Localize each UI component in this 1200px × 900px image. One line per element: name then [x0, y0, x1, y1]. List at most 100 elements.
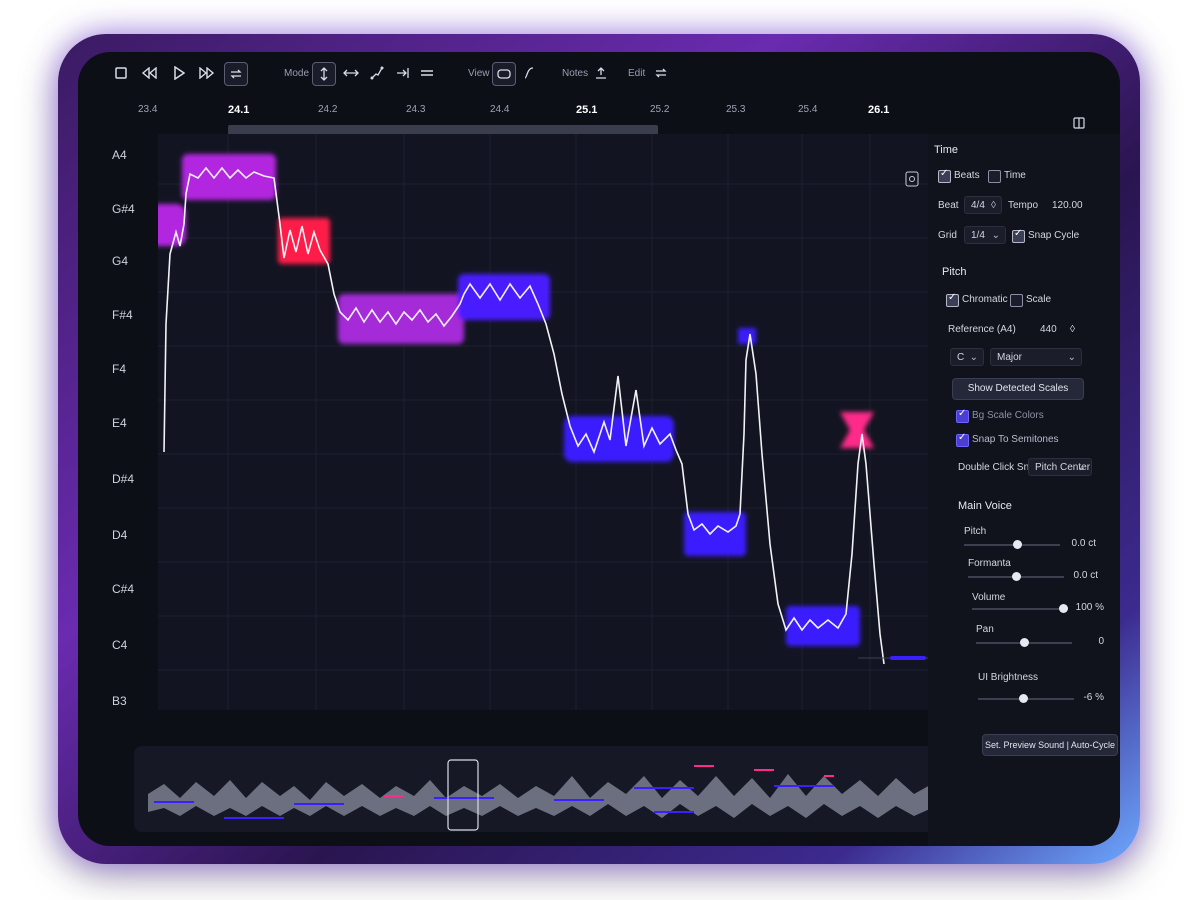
note-label: G4 — [112, 254, 129, 268]
chevron-down-icon: ⌄ — [991, 230, 1000, 241]
chevron-down-icon: ⌄ — [1067, 352, 1076, 363]
reference-value[interactable]: 440 — [1040, 324, 1057, 335]
note-label: B3 — [112, 694, 127, 708]
preview-sound-button[interactable]: Set. Preview Sound | Auto-Cycle — [982, 734, 1118, 756]
tempo-label: Tempo — [1008, 200, 1039, 211]
ruler-label: 26.1 — [868, 104, 890, 116]
pitch-editor-screen: Mode View Notes Edit 23.4 24.1 24.2 24.3… — [78, 52, 1120, 846]
timeline-ruler[interactable]: 23.4 24.1 24.2 24.3 24.4 25.1 25.2 25.3 … — [78, 96, 1120, 137]
chromatic-label: Chromatic — [962, 294, 1008, 305]
volume-slider[interactable] — [972, 604, 1069, 613]
snap-cycle-label: Snap Cycle — [1028, 230, 1080, 241]
pitch-slider-knob[interactable] — [1012, 540, 1022, 549]
pitch-grid[interactable] — [158, 134, 928, 710]
ruler-label: 24.3 — [406, 104, 426, 115]
grid-select[interactable]: 1/4 ⌄ — [964, 226, 1006, 244]
pitch-blob[interactable] — [458, 274, 550, 320]
note-label: D4 — [112, 528, 128, 542]
pitch-blob[interactable] — [786, 606, 860, 646]
h-scroll-thumb[interactable] — [890, 656, 926, 660]
pitch-curve[interactable] — [163, 166, 885, 665]
pitch-blob[interactable] — [338, 294, 464, 344]
stepper-icon[interactable]: ◊ — [1070, 324, 1075, 335]
view-label: View — [468, 68, 490, 79]
overview-waveform[interactable] — [134, 746, 964, 832]
snap-semitones-checkbox[interactable] — [956, 432, 969, 447]
ui-brightness-slider-knob[interactable] — [1019, 694, 1029, 703]
ui-brightness-slider[interactable] — [978, 694, 1074, 703]
beats-checkbox[interactable] — [938, 168, 951, 183]
waveform-overview[interactable] — [134, 746, 964, 832]
chevron-updown-icon: ◊ — [991, 200, 996, 211]
volume-slider-value: 100 % — [1075, 602, 1104, 613]
pan-slider-label: Pan — [976, 624, 994, 635]
snap-semitones-label: Snap To Semitones — [972, 434, 1059, 445]
ruler-label: 24.1 — [228, 104, 250, 116]
main-voice-title: Main Voice — [958, 500, 1012, 512]
edit-refresh-icon[interactable] — [650, 62, 672, 84]
grid-label: Grid — [938, 230, 957, 241]
time-section-title: Time — [934, 144, 959, 156]
vertical-arrow-icon[interactable] — [312, 62, 336, 86]
chromatic-checkbox[interactable] — [946, 292, 959, 307]
formanta-slider[interactable] — [968, 572, 1064, 581]
note-label: C4 — [112, 638, 128, 652]
ruler-label: 25.1 — [576, 104, 598, 116]
notes-tool-icon[interactable] — [590, 62, 612, 84]
time-checkbox[interactable] — [988, 170, 1001, 183]
bg-scale-colors-checkbox[interactable] — [956, 408, 969, 423]
snap-cycle-checkbox[interactable] — [1012, 228, 1025, 243]
note-label: F4 — [112, 362, 127, 376]
note-label: C#4 — [112, 582, 135, 596]
pitch-blob[interactable] — [840, 412, 874, 448]
view-box-icon[interactable] — [492, 62, 516, 86]
chevron-down-icon: ⌄ — [1077, 462, 1086, 473]
pitch-blob[interactable] — [278, 218, 330, 264]
key-select[interactable]: C ⌄ — [950, 348, 984, 366]
formanta-slider-value: 0.0 ct — [1073, 570, 1098, 581]
note-label: G#4 — [112, 202, 135, 216]
show-detected-scales-button[interactable]: Show Detected Scales — [952, 378, 1084, 400]
rewind-icon[interactable] — [138, 62, 160, 84]
pitch-grid-canvas[interactable] — [158, 134, 928, 710]
pitch-blob[interactable] — [684, 512, 746, 556]
draw-curve-icon[interactable] — [366, 62, 388, 84]
horizontal-arrow-icon[interactable] — [340, 62, 362, 84]
formanta-slider-label: Formanta — [968, 558, 1011, 569]
mode-label: Mode — [284, 68, 310, 79]
cycle-icon[interactable] — [224, 62, 248, 86]
bg-scale-colors-label: Bg Scale Colors — [972, 410, 1044, 421]
reference-label: Reference (A4) — [948, 324, 1016, 335]
view-curve-icon[interactable] — [518, 62, 540, 84]
skip-end-icon[interactable] — [392, 62, 414, 84]
double-click-select[interactable]: Pitch Center ⌄ — [1028, 458, 1092, 476]
ruler-label: 25.3 — [726, 104, 746, 115]
note-labels-column: A4 G#4 G4 F#4 F4 E4 D#4 D4 C#4 C4 B3 — [78, 134, 158, 710]
pitch-section-title: Pitch — [942, 266, 967, 278]
ruler-label: 23.4 — [138, 104, 158, 115]
pitch-blob[interactable] — [738, 328, 756, 344]
pitch-slider[interactable] — [964, 540, 1060, 549]
scale-label: Scale — [1026, 294, 1052, 305]
note-label: F#4 — [112, 308, 133, 322]
pan-slider-knob[interactable] — [1020, 638, 1029, 647]
pan-slider[interactable] — [976, 638, 1072, 647]
tablet-frame: Mode View Notes Edit 23.4 24.1 24.2 24.3… — [58, 34, 1140, 864]
volume-slider-label: Volume — [972, 592, 1006, 603]
fast-forward-icon[interactable] — [196, 62, 218, 84]
menu-lines-icon[interactable] — [416, 62, 438, 84]
tempo-value[interactable]: 120.00 — [1052, 200, 1083, 211]
scale-checkbox[interactable] — [1010, 294, 1023, 307]
mode-select[interactable]: Major ⌄ — [990, 348, 1082, 366]
play-icon[interactable] — [168, 62, 190, 84]
formanta-slider-knob[interactable] — [1012, 572, 1021, 581]
snap-toggle-icon-dot — [909, 176, 915, 182]
stop-icon[interactable] — [110, 62, 132, 84]
chevron-down-icon: ⌄ — [969, 352, 978, 363]
time-label: Time — [1004, 170, 1026, 181]
notes-label: Notes — [562, 68, 589, 79]
edit-label: Edit — [628, 68, 646, 79]
note-label: A4 — [112, 148, 127, 162]
beat-select[interactable]: 4/4 ◊ — [964, 196, 1002, 214]
ui-brightness-label: UI Brightness — [978, 672, 1039, 683]
